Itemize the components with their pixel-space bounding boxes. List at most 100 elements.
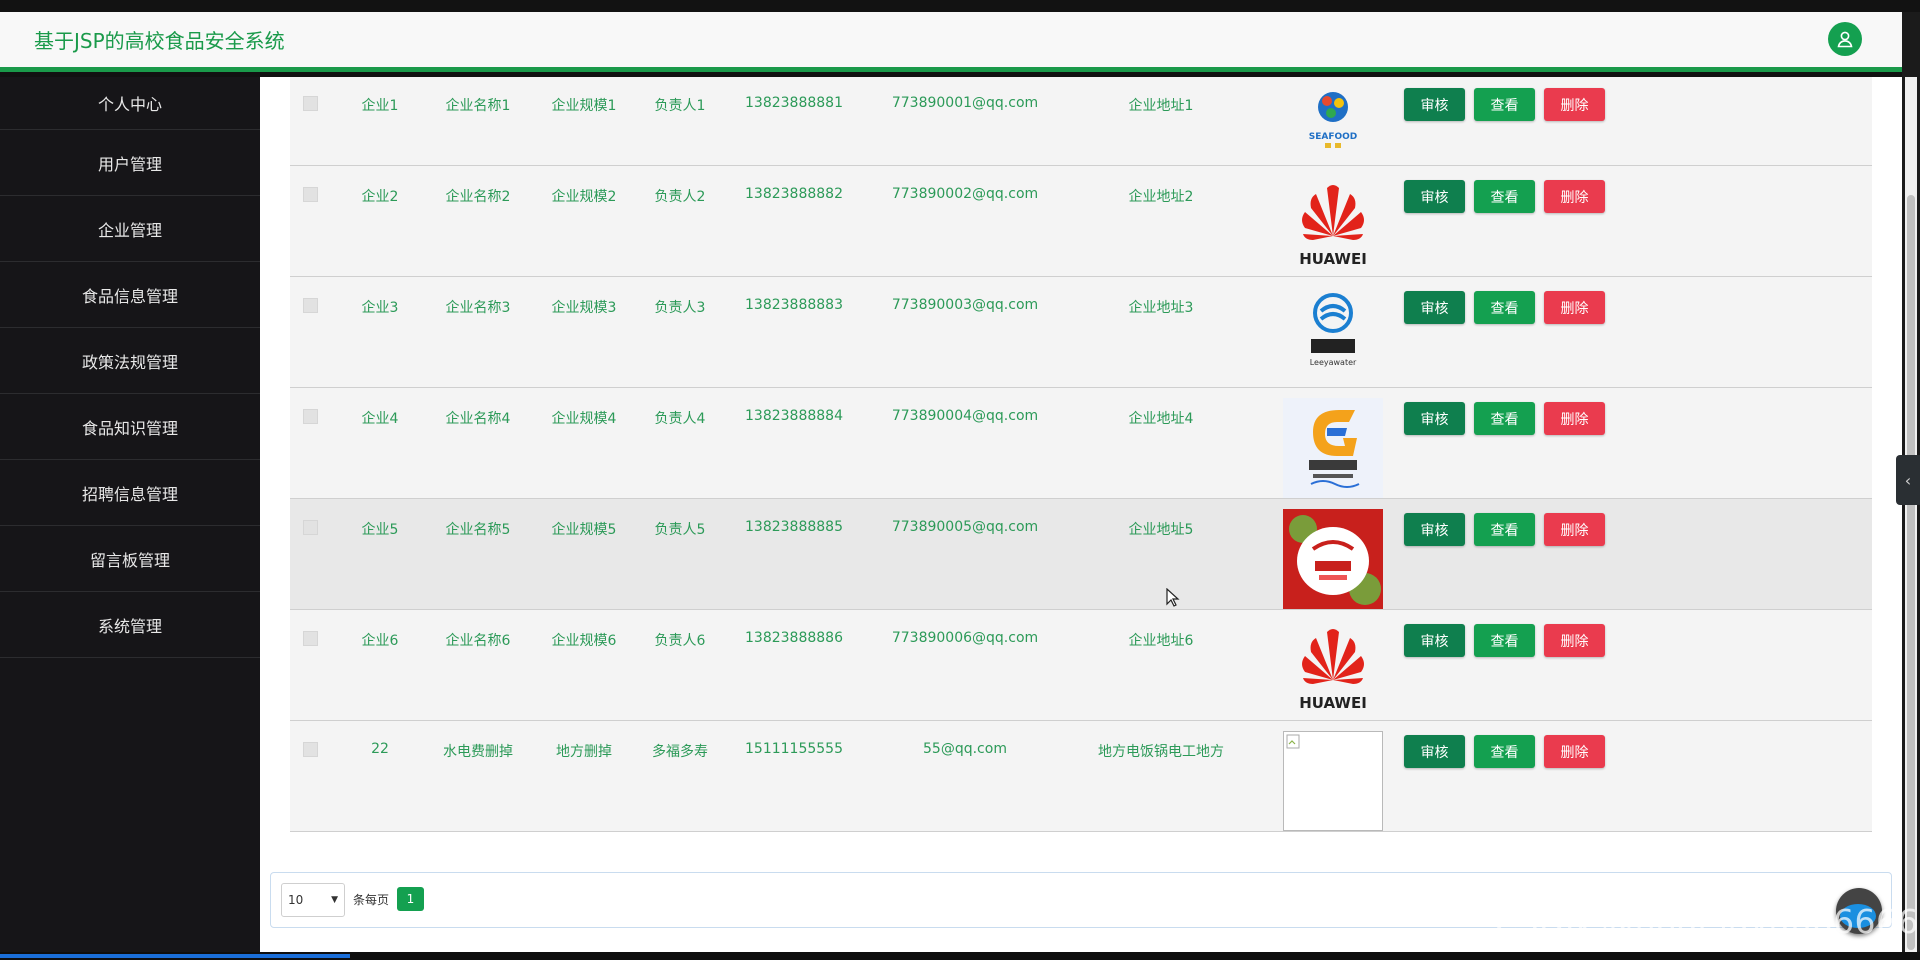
audit-button[interactable]: 审核	[1404, 513, 1465, 546]
phone-cell: 13823888882	[745, 186, 843, 202]
sidebar-item-enterprise-management[interactable]: 企业管理	[0, 196, 260, 262]
name-cell: 企业名称6	[445, 633, 511, 649]
audit-button[interactable]: 审核	[1404, 624, 1465, 657]
email-cell: 773890005@qq.com	[891, 519, 1039, 535]
address-cell: 企业地址5	[1128, 522, 1194, 538]
scrollbar-thumb[interactable]	[1907, 195, 1915, 950]
phone-cell: 13823888886	[745, 630, 843, 646]
window-top-strip	[0, 0, 1920, 12]
row-checkbox[interactable]	[303, 631, 318, 646]
page-size-select[interactable]: 10 ▼	[281, 883, 345, 917]
phone-cell: 13823888885	[745, 519, 843, 535]
name-cell: 企业名称5	[445, 522, 511, 538]
sidebar-item-label: 招聘信息管理	[81, 484, 178, 504]
view-button[interactable]: 查看	[1474, 402, 1535, 435]
view-button[interactable]: 查看	[1474, 180, 1535, 213]
account-cell: 企业5	[361, 522, 399, 538]
email-cell: 773890006@qq.com	[891, 630, 1039, 646]
account-cell: 企业4	[361, 411, 399, 427]
address-cell: 企业地址4	[1128, 411, 1194, 427]
phone-cell: 13823888883	[745, 297, 843, 313]
table-row: 企业2 企业名称2 企业规模2 负责人2 13823888882 7738900…	[290, 166, 1872, 277]
phone-cell: 13823888884	[745, 408, 843, 424]
row-checkbox[interactable]	[303, 742, 318, 757]
sidebar-item-label: 政策法规管理	[81, 352, 178, 372]
account-cell: 企业6	[361, 633, 399, 649]
watermark: CSDN @nodejava666666	[1494, 902, 1920, 941]
sidebar-item-label: 用户管理	[97, 154, 162, 174]
delete-button[interactable]: 删除	[1544, 291, 1605, 324]
contact-cell: 负责人6	[654, 633, 706, 649]
huawei-logo-text: HUAWEI	[1299, 250, 1367, 268]
sidebar-item-message-board-management[interactable]: 留言板管理	[0, 526, 260, 592]
email-cell: 773890002@qq.com	[891, 186, 1039, 202]
table-row: 22 水电费删掉 地方删掉 多福多寿 15111155555 55@qq.com…	[290, 721, 1872, 832]
sidebar: 个人中心 用户管理 企业管理 食品信息管理 政策法规管理 食品知识管理 招聘信息…	[0, 77, 260, 960]
leeyawater-logo: Leeyawater	[1283, 287, 1383, 387]
collapse-panel-button[interactable]: ‹	[1896, 455, 1920, 505]
audit-button[interactable]: 审核	[1404, 88, 1465, 121]
address-cell: 地方电饭锅电工地方	[1098, 744, 1224, 760]
sidebar-item-food-knowledge-management[interactable]: 食品知识管理	[0, 394, 260, 460]
page-size-value: 10	[288, 893, 304, 907]
delete-button[interactable]: 删除	[1544, 513, 1605, 546]
address-cell: 企业地址6	[1128, 633, 1194, 649]
user-avatar-button[interactable]	[1828, 22, 1862, 56]
phone-cell: 13823888881	[745, 95, 843, 111]
delete-button[interactable]: 删除	[1544, 88, 1605, 121]
row-checkbox[interactable]	[303, 409, 318, 424]
delete-button[interactable]: 删除	[1544, 180, 1605, 213]
sidebar-item-system-management[interactable]: 系统管理	[0, 592, 260, 658]
sidebar-item-user-management[interactable]: 用户管理	[0, 130, 260, 196]
sidebar-item-recruitment-management[interactable]: 招聘信息管理	[0, 460, 260, 526]
audit-button[interactable]: 审核	[1404, 402, 1465, 435]
food-brand-logo	[1283, 509, 1383, 609]
contact-cell: 负责人1	[654, 98, 706, 114]
seafood-logo: SEAFOOD	[1283, 81, 1383, 165]
row-checkbox[interactable]	[303, 298, 318, 313]
scale-cell: 企业规模1	[551, 98, 617, 114]
view-button[interactable]: 查看	[1474, 624, 1535, 657]
delete-button[interactable]: 删除	[1544, 735, 1605, 768]
sidebar-item-personal-center[interactable]: 个人中心	[0, 77, 260, 130]
name-cell: 企业名称1	[445, 98, 511, 114]
table-row: 企业5 企业名称5 企业规模5 负责人5 13823888885 7738900…	[290, 499, 1872, 610]
delete-button[interactable]: 删除	[1544, 624, 1605, 657]
scale-cell: 企业规模3	[551, 300, 617, 316]
per-page-label: 条每页	[353, 893, 390, 907]
sidebar-item-label: 留言板管理	[89, 550, 170, 570]
broken-image-icon	[1286, 734, 1300, 749]
address-cell: 企业地址1	[1128, 98, 1194, 114]
view-button[interactable]: 查看	[1474, 291, 1535, 324]
screen: 基于JSP的高校食品安全系统 个人中心 用户管理 企业管理 食品信息管理 政策法…	[0, 0, 1920, 960]
sidebar-item-policy-management[interactable]: 政策法规管理	[0, 328, 260, 394]
page-button-current[interactable]: 1	[397, 887, 424, 911]
caret-down-icon: ▼	[331, 895, 338, 905]
tencent-games-logo	[1283, 398, 1383, 498]
audit-button[interactable]: 审核	[1404, 291, 1465, 324]
delete-button[interactable]: 删除	[1544, 402, 1605, 435]
scale-cell: 企业规模2	[551, 189, 617, 205]
view-button[interactable]: 查看	[1474, 88, 1535, 121]
sidebar-item-label: 个人中心	[97, 95, 162, 114]
sidebar-item-label: 系统管理	[97, 616, 162, 636]
view-button[interactable]: 查看	[1474, 735, 1535, 768]
account-cell: 企业1	[361, 98, 399, 114]
sidebar-item-food-info-management[interactable]: 食品信息管理	[0, 262, 260, 328]
audit-button[interactable]: 审核	[1404, 735, 1465, 768]
audit-button[interactable]: 审核	[1404, 180, 1465, 213]
table-row: 企业3 企业名称3 企业规模3 负责人3 13823888883 7738900…	[290, 277, 1872, 388]
name-cell: 企业名称2	[445, 189, 511, 205]
scale-cell: 地方删掉	[556, 744, 612, 760]
view-button[interactable]: 查看	[1474, 513, 1535, 546]
user-icon	[1837, 31, 1853, 48]
sidebar-item-label: 食品知识管理	[81, 418, 178, 438]
sidebar-item-label: 食品信息管理	[81, 286, 178, 306]
email-cell: 773890003@qq.com	[891, 297, 1039, 313]
email-cell: 773890001@qq.com	[891, 95, 1039, 111]
row-checkbox[interactable]	[303, 520, 318, 535]
huawei-logo-text: HUAWEI	[1299, 694, 1367, 712]
row-checkbox[interactable]	[303, 96, 318, 111]
svg-text:Leeyawater: Leeyawater	[1310, 358, 1357, 367]
row-checkbox[interactable]	[303, 187, 318, 202]
